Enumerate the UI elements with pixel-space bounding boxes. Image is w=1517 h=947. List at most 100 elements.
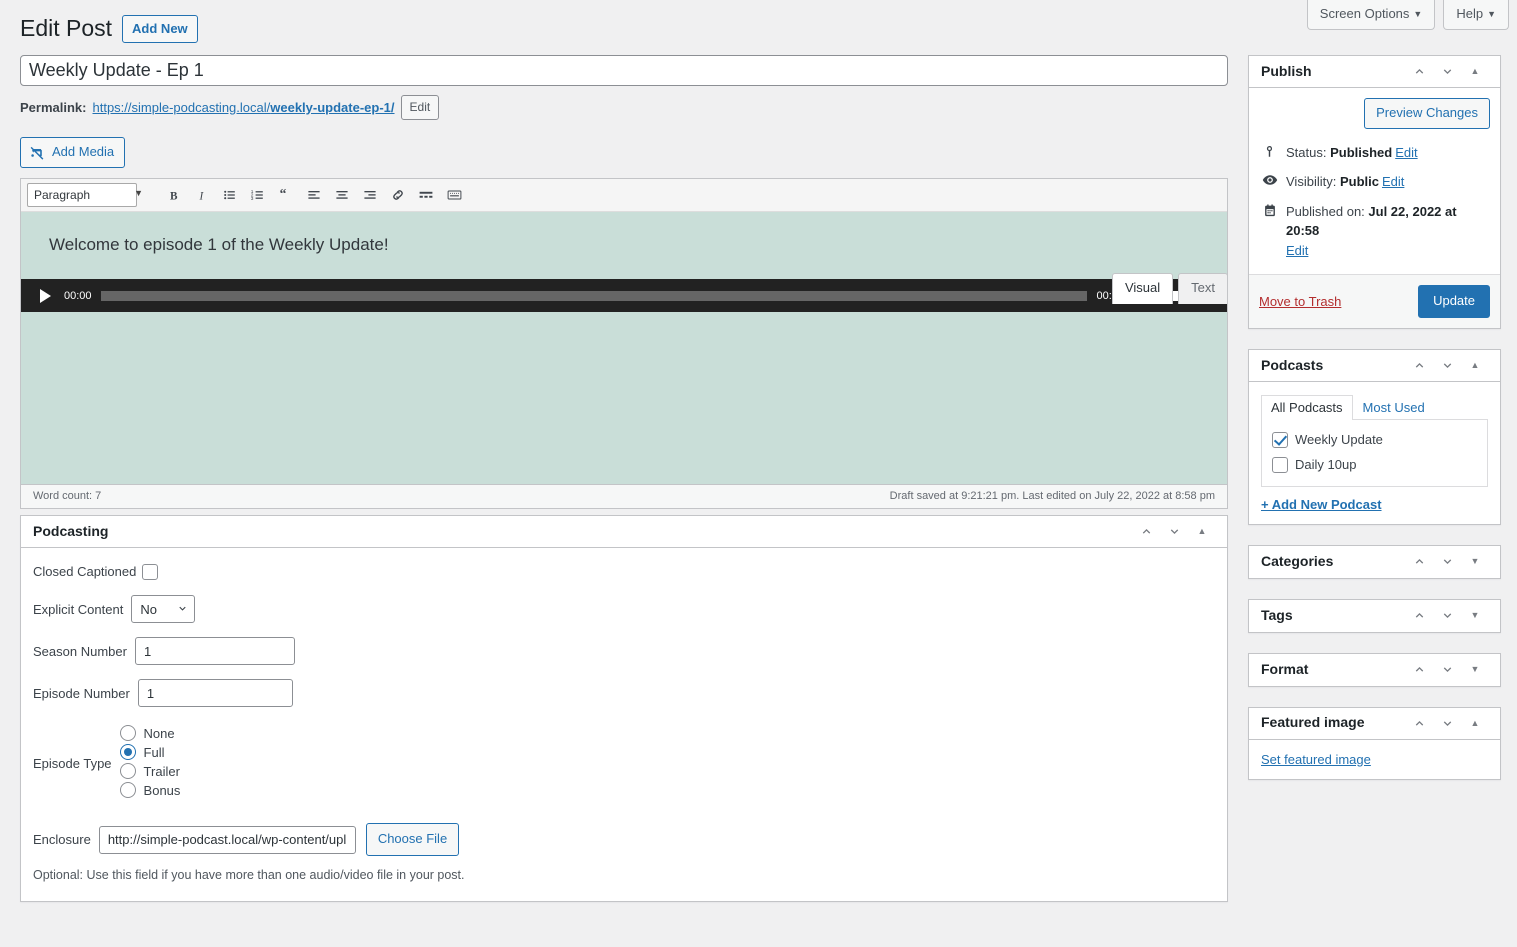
episode-type-option-trailer[interactable]: Trailer <box>119 763 181 780</box>
move-to-trash-link[interactable]: Move to Trash <box>1259 294 1341 309</box>
chevron-down-icon[interactable] <box>1434 656 1460 684</box>
radio-none-label: None <box>143 725 175 741</box>
chevron-down-icon: ▼ <box>1413 9 1423 19</box>
chevron-down-icon[interactable] <box>1434 548 1460 576</box>
episode-type-option-none[interactable]: None <box>119 725 181 742</box>
set-featured-image-link[interactable]: Set featured image <box>1261 752 1371 767</box>
preview-changes-button[interactable]: Preview Changes <box>1364 98 1490 129</box>
podcast-item-weekly-update[interactable]: Weekly Update <box>1272 428 1477 453</box>
choose-file-button[interactable]: Choose File <box>365 823 460 857</box>
chevron-up-icon[interactable] <box>1406 709 1432 737</box>
chevron-up-icon[interactable] <box>1406 352 1432 380</box>
enclosure-label: Enclosure <box>33 832 91 848</box>
chevron-down-icon[interactable] <box>1434 352 1460 380</box>
word-count: Word count: 7 <box>33 490 102 503</box>
toggle-panel-icon[interactable]: ▼ <box>1462 602 1488 630</box>
radio-none[interactable] <box>119 725 136 742</box>
screen-options-label: Screen Options <box>1319 6 1410 21</box>
paragraph-format-dropdown[interactable]: Paragraph <box>27 183 137 208</box>
insert-read-more-icon[interactable] <box>413 183 439 207</box>
add-new-post-button[interactable]: Add New <box>122 14 198 44</box>
featured-image-handle-actions: ▲ <box>1406 709 1488 737</box>
bulleted-list-icon[interactable] <box>217 183 243 207</box>
tags-metabox: Tags ▼ <box>1248 598 1501 633</box>
add-media-button[interactable]: Add Media <box>20 137 126 168</box>
closed-captioned-checkbox[interactable] <box>142 563 159 580</box>
align-center-icon[interactable] <box>329 183 355 207</box>
page-title: Edit Post <box>20 15 113 41</box>
edit-permalink-button[interactable]: Edit <box>400 95 440 121</box>
chevron-up-icon[interactable] <box>1406 548 1432 576</box>
italic-icon[interactable]: I <box>189 183 215 207</box>
chevron-up-icon[interactable] <box>1133 517 1159 545</box>
toggle-panel-icon[interactable]: ▲ <box>1462 58 1488 86</box>
chevron-up-icon[interactable] <box>1406 656 1432 684</box>
episode-type-option-bonus[interactable]: Bonus <box>119 782 180 799</box>
link-icon[interactable] <box>385 183 411 207</box>
podcasting-metabox-body: Closed Captioned Explicit Content No Sea… <box>21 548 1227 901</box>
chevron-down-icon[interactable] <box>1434 709 1460 737</box>
update-button[interactable]: Update <box>1418 285 1490 319</box>
pin-icon <box>1261 143 1278 159</box>
podcast-item-daily-10up[interactable]: Daily 10up <box>1272 453 1477 478</box>
tab-most-used[interactable]: Most Used <box>1353 395 1435 420</box>
align-right-icon[interactable] <box>357 183 383 207</box>
toggle-panel-icon[interactable]: ▲ <box>1462 709 1488 737</box>
svg-text:3: 3 <box>251 197 254 203</box>
align-left-icon[interactable] <box>301 183 327 207</box>
radio-full[interactable] <box>119 744 136 761</box>
tab-visual[interactable]: Visual <box>1111 273 1174 304</box>
season-number-input[interactable] <box>134 637 295 666</box>
audio-current-time: 00:00 <box>64 289 92 302</box>
blockquote-icon[interactable]: “ <box>273 183 299 207</box>
toggle-panel-icon[interactable]: ▼ <box>1462 548 1488 576</box>
podcast-label-weekly-update: Weekly Update <box>1295 432 1383 448</box>
editor-container: Paragraph ▼ B I 1 2 3 “ Welcome to episo… <box>20 177 1228 485</box>
screen-options-button[interactable]: Screen Options ▼ <box>1306 0 1436 30</box>
play-icon[interactable] <box>33 284 57 308</box>
triangle-up-icon: ▲ <box>1470 717 1480 728</box>
add-new-podcast-link[interactable]: + Add New Podcast <box>1261 497 1382 512</box>
episode-type-option-full[interactable]: Full <box>119 744 181 761</box>
toggle-panel-icon[interactable]: ▼ <box>1462 656 1488 684</box>
radio-bonus[interactable] <box>119 782 136 799</box>
audio-progress-rail[interactable] <box>100 290 1088 301</box>
editor-content-area[interactable]: Welcome to episode 1 of the Weekly Updat… <box>21 211 1227 484</box>
season-number-label: Season Number <box>33 643 127 659</box>
add-media-icon <box>29 145 45 161</box>
tab-all-podcasts[interactable]: All Podcasts <box>1261 395 1353 421</box>
post-status-row: Status: Published Edit <box>1259 139 1490 169</box>
help-button[interactable]: Help ▼ <box>1443 0 1509 30</box>
toolbar-toggle-icon[interactable] <box>441 183 467 207</box>
podcast-checkbox-weekly-update[interactable] <box>1272 432 1288 449</box>
help-label: Help <box>1456 6 1484 21</box>
podcast-checkbox-daily-10up[interactable] <box>1272 457 1288 474</box>
toggle-panel-icon[interactable]: ▲ <box>1189 517 1215 545</box>
radio-trailer[interactable] <box>119 763 136 780</box>
chevron-down-icon[interactable] <box>1434 58 1460 86</box>
toggle-panel-icon[interactable]: ▲ <box>1462 352 1488 380</box>
triangle-up-icon: ▲ <box>1197 525 1207 536</box>
paragraph-format-select[interactable]: Paragraph ▼ <box>27 183 149 208</box>
post-title-input[interactable] <box>20 55 1228 86</box>
bold-icon[interactable]: B <box>161 183 187 207</box>
categories-handle-actions: ▼ <box>1406 548 1488 576</box>
episode-number-input[interactable] <box>137 679 293 708</box>
episode-number-row: Episode Number <box>33 679 1215 708</box>
numbered-list-icon[interactable]: 1 2 3 <box>245 183 271 207</box>
enclosure-input[interactable] <box>98 825 356 854</box>
post-body-content: Permalink: https://simple-podcasting.loc… <box>20 55 1228 922</box>
editor-mode-tabs: Visual Text <box>1107 273 1228 304</box>
edit-published-link[interactable]: Edit <box>1286 241 1490 261</box>
permalink-link[interactable]: https://simple-podcasting.local/weekly-u… <box>92 96 394 120</box>
publish-metabox-title: Publish <box>1261 62 1312 79</box>
explicit-content-select[interactable]: No <box>131 595 196 624</box>
edit-status-link[interactable]: Edit <box>1395 145 1417 160</box>
chevron-down-icon[interactable] <box>1161 517 1187 545</box>
chevron-up-icon[interactable] <box>1406 602 1432 630</box>
chevron-up-icon[interactable] <box>1406 58 1432 86</box>
edit-visibility-link[interactable]: Edit <box>1382 174 1404 189</box>
chevron-down-icon[interactable] <box>1434 602 1460 630</box>
tab-text[interactable]: Text <box>1178 273 1228 304</box>
radio-full-label: Full <box>143 744 165 760</box>
